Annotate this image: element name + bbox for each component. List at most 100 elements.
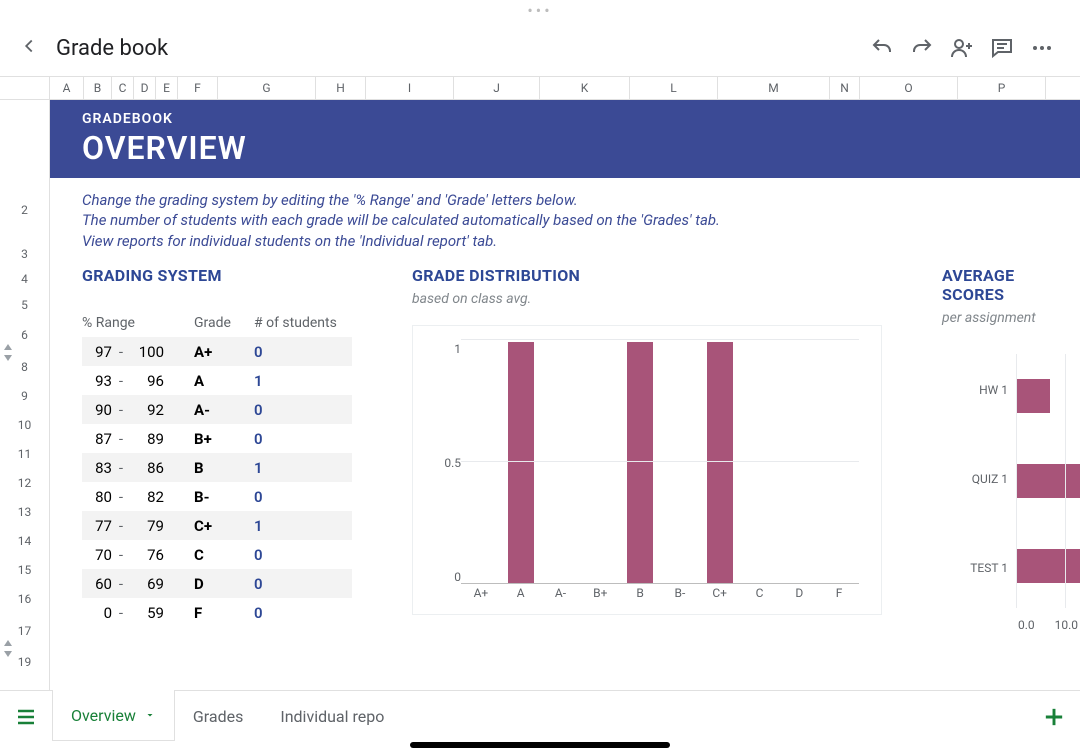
row-number[interactable]: 16 (0, 585, 49, 614)
grading-row[interactable]: 90-92A-0 (82, 395, 352, 424)
student-count: 0 (254, 343, 284, 361)
collapse-down-icon[interactable] (4, 355, 12, 361)
student-count: 1 (254, 517, 284, 535)
avg-bar (1016, 379, 1050, 413)
sheet-tab-overview[interactable]: Overview (52, 690, 175, 741)
row-number[interactable]: 2 (0, 178, 49, 242)
all-sheets-menu-icon[interactable] (0, 691, 52, 742)
column-header-l[interactable]: L (630, 77, 718, 99)
student-count: 0 (254, 430, 284, 448)
add-sheet-button[interactable] (1028, 691, 1080, 742)
collapse-down-icon[interactable] (4, 651, 12, 657)
overview-banner: GRADEBOOK OVERVIEW (50, 100, 1080, 178)
row-number[interactable]: 8 (0, 353, 49, 382)
row-number[interactable]: 9 (0, 382, 49, 411)
col-grade-header: Grade (194, 315, 254, 331)
redo-icon[interactable] (902, 28, 942, 68)
range-to: 100 (130, 343, 164, 361)
grading-row[interactable]: 83-86B1 (82, 453, 352, 482)
column-header-a[interactable]: A (50, 77, 84, 99)
comment-icon[interactable] (982, 28, 1022, 68)
student-count: 0 (254, 575, 284, 593)
grade-letter: C (194, 546, 254, 564)
undo-icon[interactable] (862, 28, 902, 68)
avg-label: HW 1 (979, 383, 1008, 397)
col-count-header: # of students (254, 315, 337, 331)
row-number[interactable]: 13 (0, 498, 49, 527)
student-count: 0 (254, 401, 284, 419)
average-scores-section: AVERAGE SCORES per assignment HW 1QUIZ 1… (942, 266, 1080, 636)
column-header-o[interactable]: O (860, 77, 958, 99)
range-from: 70 (82, 546, 112, 564)
grading-system-title: GRADING SYSTEM (82, 266, 352, 285)
row-number[interactable]: 4 (0, 266, 49, 292)
grading-row[interactable]: 60-69D0 (82, 569, 352, 598)
column-header-j[interactable]: J (454, 77, 540, 99)
column-header-h[interactable]: H (316, 77, 366, 99)
student-count: 0 (254, 546, 284, 564)
collapse-up-icon[interactable] (4, 344, 12, 350)
column-header-b[interactable]: B (84, 77, 112, 99)
column-headers: ABCDEFGHIJKLMNOP (0, 76, 1080, 100)
student-count: 1 (254, 459, 284, 477)
back-button[interactable] (18, 35, 40, 61)
grading-row[interactable]: 0-59F0 (82, 598, 352, 627)
row-number[interactable]: 11 (0, 440, 49, 469)
column-header-f[interactable]: F (178, 77, 218, 99)
grading-row[interactable]: 80-82B-0 (82, 482, 352, 511)
row-number[interactable]: 12 (0, 469, 49, 498)
grading-row[interactable]: 93-96A1 (82, 366, 352, 395)
row-number[interactable]: 5 (0, 292, 49, 318)
row-number[interactable]: 19 (0, 649, 49, 675)
column-header-d[interactable]: D (134, 77, 156, 99)
column-header-i[interactable]: I (366, 77, 454, 99)
row-number[interactable]: 17 (0, 614, 49, 649)
chevron-down-icon[interactable] (144, 706, 156, 725)
range-from: 97 (82, 343, 112, 361)
range-to: 92 (130, 401, 164, 419)
sheet-tab-individual-report[interactable]: Individual repo (262, 691, 403, 742)
collapse-up-icon[interactable] (4, 640, 12, 646)
more-icon[interactable] (1022, 28, 1062, 68)
column-header-e[interactable]: E (156, 77, 178, 99)
home-indicator (410, 742, 670, 748)
grading-table: 97-100A+093-96A190-92A-087-89B+083-86B18… (82, 337, 352, 627)
column-header-k[interactable]: K (540, 77, 630, 99)
spreadsheet-content[interactable]: GRADEBOOK OVERVIEW Change the grading sy… (50, 100, 1080, 690)
average-scores-title: AVERAGE SCORES (942, 266, 1080, 304)
column-header-n[interactable]: N (830, 77, 860, 99)
grading-row[interactable]: 70-76C0 (82, 540, 352, 569)
range-to: 96 (130, 372, 164, 390)
column-header-m[interactable]: M (718, 77, 830, 99)
column-header-g[interactable]: G (218, 77, 316, 99)
range-to: 59 (130, 604, 164, 622)
avg-bar (1016, 549, 1080, 583)
row-number[interactable]: 10 (0, 411, 49, 440)
average-scores-chart: HW 1QUIZ 1TEST 1 0.010.0 (942, 346, 1080, 636)
grading-row[interactable]: 87-89B+0 (82, 424, 352, 453)
row-number[interactable] (0, 100, 49, 178)
range-from: 60 (82, 575, 112, 593)
row-number[interactable]: 15 (0, 556, 49, 585)
column-header-p[interactable]: P (958, 77, 1046, 99)
sheet-tab-grades[interactable]: Grades (175, 691, 262, 742)
grade-distribution-section: GRADE DISTRIBUTION based on class avg. 1… (412, 266, 882, 636)
grade-letter: C+ (194, 517, 254, 535)
add-person-icon[interactable] (942, 28, 982, 68)
document-title[interactable]: Grade book (56, 36, 168, 61)
row-number[interactable]: 6 (0, 318, 49, 353)
grading-row[interactable]: 97-100A+0 (82, 337, 352, 366)
grade-distribution-sub: based on class avg. (412, 291, 882, 307)
row-number[interactable]: 3 (0, 242, 49, 266)
grade-distribution-chart: 10.50 A+AA-B+BB-C+CDF (412, 325, 882, 615)
grade-letter: A- (194, 401, 254, 419)
student-count: 0 (254, 488, 284, 506)
average-scores-sub: per assignment (942, 310, 1080, 326)
row-number[interactable]: 14 (0, 527, 49, 556)
student-count: 0 (254, 604, 284, 622)
instructions-text: Change the grading system by editing the… (50, 178, 1080, 242)
column-header-c[interactable]: C (112, 77, 134, 99)
banner-subtitle: GRADEBOOK (82, 111, 1048, 127)
grading-row[interactable]: 77-79C+1 (82, 511, 352, 540)
grade-letter: A (194, 372, 254, 390)
